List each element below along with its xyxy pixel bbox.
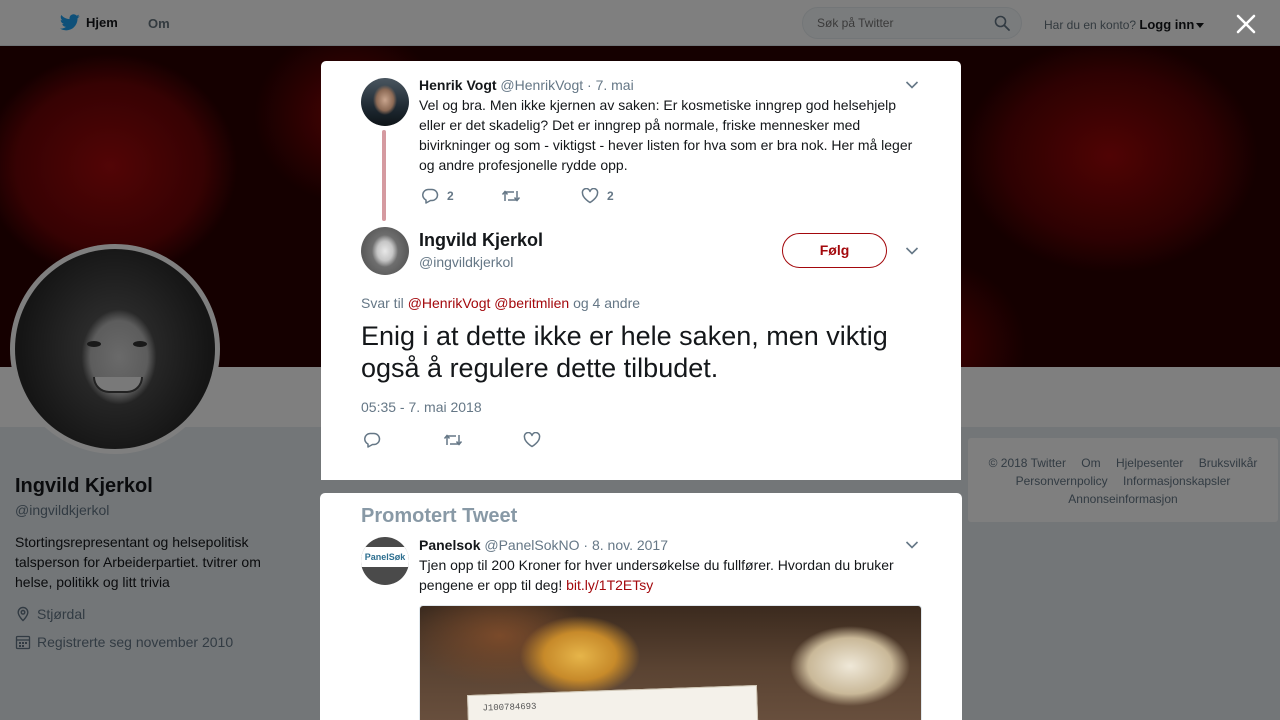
reply-icon [364,432,381,448]
promoted-header: Promotert Tweet [361,505,518,527]
chevron-down-icon[interactable] [905,80,919,90]
reply-context: Svar til @HenrikVogt @beritmlien og 4 an… [361,295,640,311]
main-tweet-timestamp[interactable]: 05:35 - 7. mai 2018 [361,399,482,415]
banknote-graphic: J100784693 [467,684,759,720]
promo-tweet-text: Tjen opp til 200 Kroner for hver undersø… [419,555,919,595]
reply-user-link[interactable]: @HenrikVogt [408,295,491,311]
reply-user-link[interactable]: @beritmlien [494,295,569,311]
separator-dot: · [583,537,589,553]
main-reply-button[interactable] [363,432,381,448]
thread-connector [382,130,386,221]
promo-author-name[interactable]: Panelsok [419,537,480,553]
parent-reply-button[interactable]: 2 [421,188,454,204]
panelsok-logo-text: PanelSøk [361,547,409,567]
promoted-tweet-card: Promotert Tweet PanelSøk Panelsok @Panel… [320,493,962,720]
promo-tweet-header: Panelsok @PanelSokNO · 8. nov. 2017 [419,537,668,553]
close-icon[interactable] [1236,14,1256,34]
separator-dot: · [587,77,592,93]
heart-icon [581,188,599,204]
reply-icon [422,188,439,204]
main-retweet-button[interactable] [443,432,463,448]
parent-tweet-text: Vel og bra. Men ikke kjernen av saken: E… [419,97,913,173]
reply-others[interactable]: og 4 andre [573,295,640,311]
main-author-name[interactable]: Ingvild Kjerkol [419,230,543,251]
parent-author-name[interactable]: Henrik Vogt [419,77,497,93]
promo-author-handle[interactable]: @PanelSokNO [484,537,579,553]
parent-like-button[interactable]: 2 [581,188,614,204]
parent-retweet-button[interactable] [501,188,521,204]
promo-image[interactable]: J100784693 [419,605,922,720]
parent-tweet-header: Henrik Vogt @HenrikVogt · 7. mai [419,77,634,93]
henrik-avatar[interactable] [361,78,409,126]
ingvild-avatar[interactable] [361,227,409,275]
follow-button[interactable]: Følg [782,233,887,268]
promo-text-body: Tjen opp til 200 Kroner for hver undersø… [419,557,894,593]
reply-prefix: Svar til [361,295,404,311]
like-count: 2 [607,189,614,203]
main-like-button[interactable] [523,432,541,448]
promo-link[interactable]: bit.ly/1T2ETsy [566,577,653,593]
main-author-handle[interactable]: @ingvildkjerkol [419,254,513,270]
promo-tweet-date[interactable]: 8. nov. 2017 [592,537,668,553]
parent-tweet-date[interactable]: 7. mai [596,77,634,93]
main-tweet-text: Enig i at dette ikke er hele saken, men … [361,321,888,383]
heart-icon [523,432,541,448]
parent-author-handle[interactable]: @HenrikVogt [500,77,583,93]
chevron-down-icon[interactable] [905,246,919,256]
retweet-icon [443,434,463,446]
banknote-serial: J100784693 [482,701,537,714]
retweet-icon [501,190,521,202]
panelsok-avatar[interactable]: PanelSøk [361,537,409,585]
chevron-down-icon[interactable] [905,540,919,550]
reply-count: 2 [447,189,454,203]
